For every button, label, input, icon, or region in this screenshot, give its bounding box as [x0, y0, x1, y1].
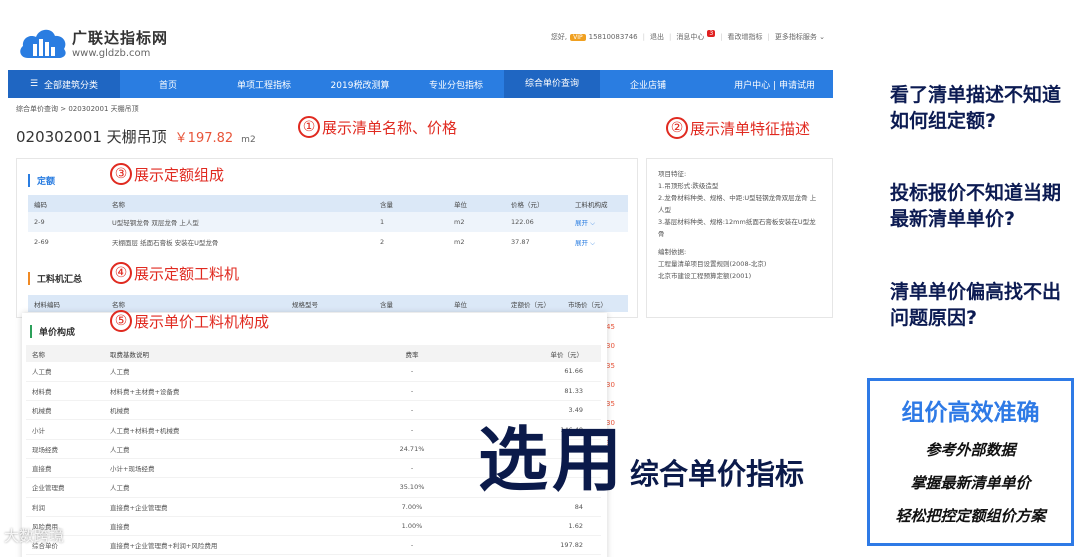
- nav-right-links: 用户中心 | 申请试用: [734, 80, 815, 91]
- check-indicator-link[interactable]: 看改增指标: [728, 32, 763, 42]
- logout-link[interactable]: 退出: [650, 32, 664, 42]
- expand-button[interactable]: 展开 ⌵: [569, 212, 628, 232]
- callout-3: ③ 展示定额组成: [110, 163, 224, 185]
- nav-tax-reform[interactable]: 2019税改测算: [312, 78, 408, 91]
- logo-name: 广联达指标网: [72, 29, 169, 47]
- page-title: 020302001 天棚吊顶 ￥197.82 m2: [16, 126, 256, 147]
- question-1: 看了清单描述不知道如何组定额?: [890, 84, 1062, 132]
- material-heading: 工料机汇总: [28, 272, 82, 285]
- table-row: 综合单价 直接费+企业管理费+利润+风险费用 -197.82: [26, 535, 601, 556]
- item-name: 020302001 天棚吊顶: [16, 128, 167, 146]
- apply-trial-link[interactable]: 申请试用: [779, 81, 815, 91]
- table-row: 人工费 人工费 -61.66: [26, 362, 601, 382]
- question-2: 投标报价不知道当期最新清单单价?: [890, 182, 1062, 230]
- quota-heading: 定额: [28, 174, 55, 187]
- watermark: 大数跨境: [4, 527, 65, 545]
- table-row: 风险费用 直接费 1.00% 1.62: [26, 516, 601, 537]
- table-row: 材料费 材料费+主材费+设备费 -81.33: [26, 381, 601, 402]
- vip-badge: VIP: [570, 33, 586, 41]
- nav-single-project[interactable]: 单项工程指标: [216, 78, 312, 91]
- slogan: 选用 综合单价指标: [478, 425, 804, 495]
- quota-table: 编码 名称 含量 单位 价格（元） 工料机构成 2-9 U型轻钢龙骨 双层龙骨 …: [28, 195, 628, 252]
- cloud-logo-icon: [20, 29, 66, 58]
- breadcrumb[interactable]: 综合单价查询 > 020302001 天棚吊顶: [16, 104, 139, 114]
- expand-button[interactable]: 展开 ⌵: [569, 232, 628, 252]
- menu-icon: ☰: [29, 79, 39, 89]
- user-center-link[interactable]: 用户中心: [734, 81, 770, 91]
- basis-title: 编制依据:: [658, 248, 687, 256]
- unit-price-heading: 单价构成: [30, 325, 75, 338]
- site-logo[interactable]: 广联达指标网 www.gldzb.com: [18, 24, 173, 64]
- slogan-rest: 综合单价指标: [630, 457, 805, 491]
- main-nav: ☰ 全部建筑分类 首页 单项工程指标 2019税改测算 专业分包指标 综合单价查…: [8, 70, 833, 98]
- slide: 广联达指标网 www.gldzb.com 您好, VIP 15810083746…: [0, 0, 1080, 557]
- feature-title: 项目特征:: [658, 170, 687, 178]
- solution-box: 组价高效准确 参考外部数据 掌握最新清单单价 轻松把控定额组价方案: [867, 378, 1074, 546]
- table-row: 2-69 天棚面层 纸面石膏板 安装在U型龙骨 2 m2 37.87 展开 ⌵: [28, 232, 628, 252]
- item-unit: m2: [241, 135, 256, 145]
- messages-link[interactable]: 消息中心: [676, 32, 704, 42]
- user-phone[interactable]: 15810083746: [589, 33, 638, 41]
- callout-1: ① 展示清单名称、价格: [298, 116, 457, 138]
- solution-line-3: 轻松把控定额组价方案: [895, 507, 1046, 525]
- nav-enterprise-store[interactable]: 企业店铺: [600, 78, 696, 91]
- messages-badge: 3: [707, 29, 716, 37]
- nav-unit-price-query[interactable]: 综合单价查询: [504, 70, 600, 98]
- more-services-link[interactable]: 更多指标服务 ⌄: [775, 32, 825, 42]
- solution-line-1: 参考外部数据: [925, 441, 1016, 459]
- nav-subcontract[interactable]: 专业分包指标: [408, 78, 504, 91]
- all-categories-button[interactable]: ☰ 全部建筑分类: [8, 70, 120, 98]
- top-links: 您好, VIP 15810083746 | 退出 | 消息中心 3 | 看改增指…: [550, 29, 825, 42]
- solution-line-2: 掌握最新清单单价: [910, 474, 1031, 492]
- greeting: 您好,: [550, 33, 568, 41]
- callout-5: ⑤ 展示单价工料机构成: [110, 310, 269, 332]
- nav-home[interactable]: 首页: [120, 78, 216, 91]
- logo-url: www.gldzb.com: [72, 48, 151, 59]
- solution-title: 组价高效准确: [901, 400, 1040, 426]
- slogan-big: 选用: [478, 419, 626, 501]
- feature-description-panel: 项目特征: 1.吊顶形式:跌级造型 2.龙骨材料种类、规格、中距:U型轻钢龙骨双…: [646, 158, 833, 318]
- table-row: 2-9 U型轻钢龙骨 双层龙骨 上人型 1 m2 122.06 展开 ⌵: [28, 212, 628, 232]
- item-price: ￥197.82: [174, 131, 234, 146]
- table-row: 机械费 机械费 -3.49: [26, 400, 601, 421]
- callout-2: ② 展示清单特征描述: [666, 117, 810, 139]
- callout-4: ④ 展示定额工料机: [110, 262, 239, 284]
- question-3: 清单单价偏高找不出问题原因?: [890, 281, 1062, 329]
